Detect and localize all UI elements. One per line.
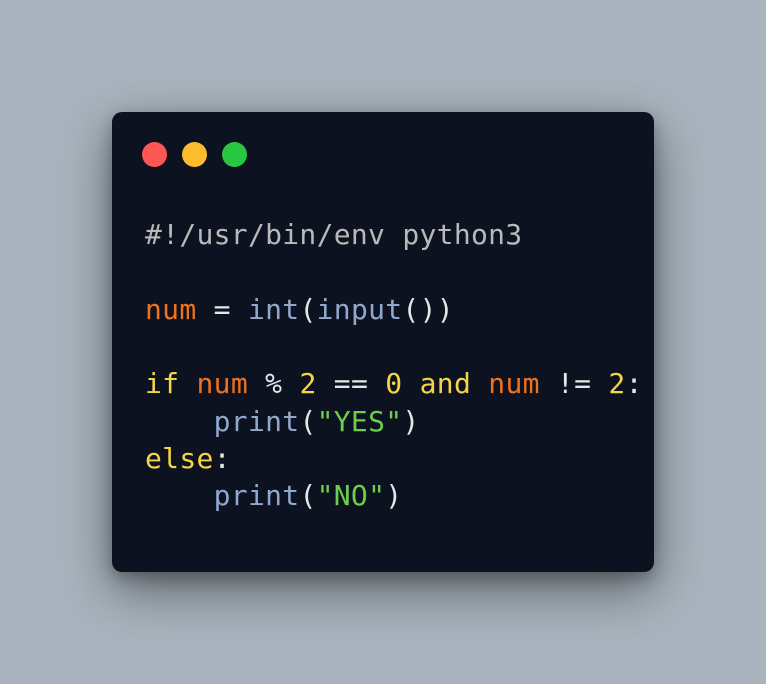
code-token-plain: ( [299, 479, 317, 513]
code-token-plain: ) [385, 479, 403, 513]
code-token-plain: != [539, 367, 609, 401]
code-line: print("YES") [145, 403, 643, 440]
code-token-plain: = [196, 292, 248, 326]
window-titlebar [142, 142, 247, 167]
code-token-builtin: input [316, 292, 403, 326]
code-token-variable: num [488, 367, 540, 401]
code-token-plain: % [247, 367, 300, 401]
code-token-plain: == [316, 367, 386, 401]
code-window: #!/usr/bin/env python3 num = int(input()… [112, 112, 654, 572]
code-token-plain: ( [299, 404, 317, 438]
code-line: if num % 2 == 0 and num != 2: [145, 365, 643, 402]
code-token-plain: ( [299, 292, 317, 326]
code-token-builtin: print [213, 479, 300, 513]
close-button[interactable] [142, 142, 167, 167]
code-token-plain: : [213, 441, 231, 475]
code-token-variable: num [196, 367, 248, 401]
code-token-plain: : [625, 367, 643, 401]
code-token-keyword: and [419, 367, 472, 401]
minimize-button[interactable] [182, 142, 207, 167]
code-token-string: "NO" [316, 479, 386, 513]
code-token-keyword: if [145, 367, 180, 401]
code-block: #!/usr/bin/env python3 num = int(input()… [145, 216, 643, 515]
code-token-plain: ()) [402, 292, 454, 326]
code-line: else: [145, 440, 643, 477]
code-token-string: "YES" [316, 404, 403, 438]
code-token-variable: num [145, 292, 197, 326]
code-line: num = int(input()) [145, 291, 643, 328]
code-token-number: 2 [608, 367, 626, 401]
code-token-builtin: int [247, 292, 300, 326]
code-token-builtin: print [213, 404, 300, 438]
code-token-keyword: else [145, 441, 214, 475]
code-token-plain: ) [402, 404, 420, 438]
code-token-comment: #!/usr/bin/env python3 [145, 218, 523, 251]
maximize-button[interactable] [222, 142, 247, 167]
code-line: print("NO") [145, 477, 643, 514]
code-token-number: 2 [299, 367, 317, 401]
code-token-number: 0 [385, 367, 403, 401]
code-line: #!/usr/bin/env python3 [145, 216, 643, 253]
